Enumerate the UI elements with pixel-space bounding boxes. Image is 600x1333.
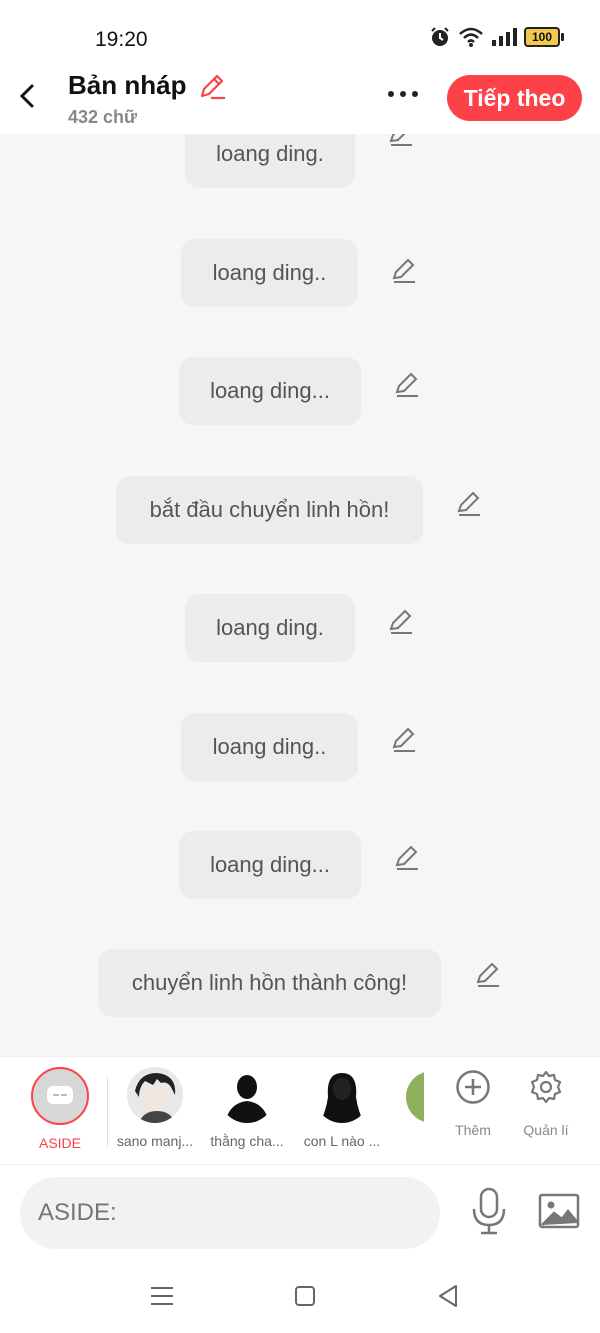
system-nav-bar [0,1264,600,1333]
character-thang[interactable]: thằng cha... [197,1067,297,1149]
plus-circle-icon [456,1070,490,1104]
gear-icon [530,1070,562,1104]
message-bubble[interactable]: loang ding.. [181,713,358,781]
next-button[interactable]: Tiếp theo [447,75,582,121]
person-silhouette-icon [314,1067,370,1123]
character-name: con L nào ... [303,1133,381,1149]
menu-icon[interactable] [146,1280,178,1312]
edit-message-icon[interactable] [393,844,421,872]
message-bubble[interactable]: bắt đầu chuyển linh hồn! [116,476,423,544]
message-list: loang ding. loang ding.. loang ding... b… [0,134,600,1056]
edit-title-icon[interactable] [197,71,227,101]
person-silhouette-icon [219,1067,275,1123]
more-options-icon[interactable] [388,84,428,104]
avatar [219,1067,275,1123]
message-bubble[interactable]: loang ding. [185,134,355,188]
character-aside[interactable]: ASIDE [10,1067,110,1151]
character-bar: ASIDE sano manj... thằng cha... con L nà… [0,1056,600,1165]
status-icons: 100 [429,26,564,48]
message-bubble[interactable]: loang ding. [185,594,355,662]
message-row: loang ding... [0,831,600,901]
manage-button[interactable]: Quản lí [506,1069,586,1138]
message-row: bắt đầu chuyển linh hồn! [0,476,600,546]
input-bar [0,1164,600,1265]
edit-message-icon[interactable] [387,134,415,148]
wifi-icon [459,27,483,47]
alarm-icon [431,27,449,46]
edit-message-icon[interactable] [390,257,418,285]
signal-icon [492,28,517,46]
message-bubble[interactable]: loang ding.. [181,239,358,307]
character-sano[interactable]: sano manj... [105,1067,205,1149]
character-name: thằng cha... [210,1133,284,1149]
message-input[interactable] [20,1177,440,1249]
page-title: Bản nháp [68,70,187,100]
manage-label: Quản lí [523,1122,569,1138]
edit-message-icon[interactable] [387,608,415,636]
avatar [406,1071,424,1123]
back-arrow-icon[interactable] [10,78,46,114]
anime-avatar-icon [127,1067,183,1123]
character-name: sano manj... [116,1133,194,1149]
character-name: ASIDE [38,1135,81,1151]
home-icon[interactable] [289,1280,321,1312]
word-count: 432 chữ [68,107,138,127]
battery-icon: 100 [524,27,564,47]
avatar [314,1067,370,1123]
header: Bản nháp 432 chữ Tiếp theo [0,70,600,134]
message-row: loang ding.. [0,713,600,783]
status-time: 19:20 [95,28,148,51]
edit-message-icon[interactable] [390,726,418,754]
edit-message-icon[interactable] [393,371,421,399]
add-character-button[interactable]: Thêm [433,1069,513,1138]
message-row: loang ding.. [0,239,600,309]
message-row: loang ding... [0,357,600,427]
message-row: loang ding. [0,134,600,190]
status-bar: 19:20 100 [0,0,600,70]
message-bubble[interactable]: loang ding... [179,357,361,425]
add-label: Thêm [455,1122,491,1138]
avatar [127,1067,183,1123]
edit-message-icon[interactable] [455,490,483,518]
back-triangle-icon[interactable] [432,1280,464,1312]
microphone-icon[interactable] [470,1187,508,1235]
character-partial[interactable] [406,1071,424,1123]
message-bubble[interactable]: chuyển linh hồn thành công! [98,949,441,1017]
message-row: chuyển linh hồn thành công! [0,949,600,1019]
title-area: Bản nháp 432 chữ [68,70,227,128]
edit-message-icon[interactable] [474,961,502,989]
chat-bubble-icon [47,1086,73,1104]
message-row: loang ding. [0,594,600,664]
aside-avatar [31,1067,89,1125]
character-con-l[interactable]: con L nào ... [292,1067,392,1149]
image-icon[interactable] [538,1191,580,1231]
message-bubble[interactable]: loang ding... [179,831,361,899]
